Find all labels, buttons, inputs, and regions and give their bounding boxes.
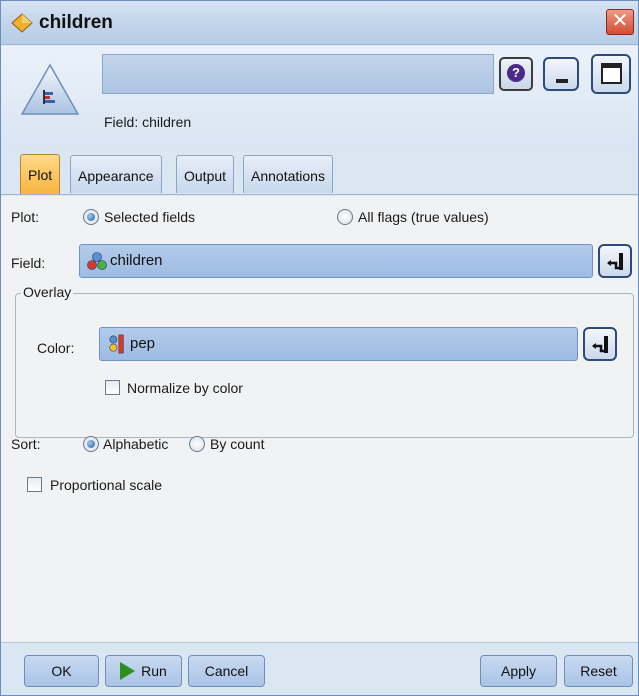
color-picker-button[interactable]: [583, 327, 617, 361]
field-picker-button[interactable]: [598, 244, 632, 278]
help-button[interactable]: ?: [499, 57, 533, 91]
run-icon: [120, 662, 136, 680]
plot-label: Plot:: [11, 209, 40, 225]
ok-button[interactable]: OK: [24, 655, 99, 687]
field-value: children: [110, 252, 163, 269]
node-header: ? Field: children: [1, 46, 638, 149]
overlay-group: [15, 293, 634, 438]
window-title: children: [39, 12, 113, 33]
alphabetic-label: Alphabetic: [103, 436, 169, 452]
all-flags-radio[interactable]: [337, 209, 353, 225]
field-caption: Field: children: [104, 114, 192, 130]
reset-button[interactable]: Reset: [564, 655, 633, 687]
overlay-legend: Overlay: [21, 284, 74, 300]
tab-plot[interactable]: Plot: [20, 154, 61, 194]
selected-fields-radio[interactable]: [83, 209, 99, 225]
field-label: Field:: [11, 255, 46, 271]
distribution-node-icon: [20, 63, 80, 115]
node-diamond-icon: [11, 13, 33, 33]
proportional-scale-checkbox[interactable]: [27, 477, 42, 492]
maximize-icon: [601, 63, 622, 84]
run-button[interactable]: Run: [105, 655, 182, 687]
color-select[interactable]: pep: [99, 327, 578, 361]
tab-bar: Plot Appearance Output Annotations: [1, 149, 638, 195]
color-value: pep: [130, 335, 156, 352]
flag-field-icon: [109, 334, 124, 354]
color-label: Color:: [37, 340, 75, 356]
field-picker-icon: [607, 253, 623, 270]
maximize-button[interactable]: [591, 54, 631, 94]
cancel-button[interactable]: Cancel: [188, 655, 265, 687]
set-field-icon: [87, 252, 107, 270]
close-button[interactable]: ✕: [606, 9, 634, 35]
tab-output[interactable]: Output: [176, 155, 235, 193]
apply-button[interactable]: Apply: [480, 655, 557, 687]
minimize-button[interactable]: [543, 57, 579, 91]
plot-tab-panel: Plot: Selected fields All flags (true va…: [1, 196, 638, 642]
all-flags-label: All flags (true values): [358, 209, 489, 225]
run-label: Run: [141, 663, 167, 679]
help-icon: ?: [507, 64, 525, 82]
title-bar[interactable]: children ✕: [1, 1, 638, 45]
by-count-radio[interactable]: [189, 436, 205, 452]
alphabetic-radio[interactable]: [83, 436, 99, 452]
tab-appearance[interactable]: Appearance: [70, 155, 162, 193]
dialog-window: children ✕ ? Field: children Plot Appear…: [0, 0, 639, 696]
node-name-input[interactable]: [102, 54, 494, 94]
selected-fields-label: Selected fields: [104, 209, 196, 225]
normalize-checkbox[interactable]: [105, 380, 120, 395]
tab-annotations[interactable]: Annotations: [243, 155, 333, 193]
button-bar: OK Run Cancel Apply Reset: [1, 642, 638, 695]
by-count-label: By count: [210, 436, 265, 452]
minimize-icon: [556, 79, 568, 83]
color-picker-icon: [592, 336, 608, 353]
sort-label: Sort:: [11, 436, 41, 452]
proportional-scale-label: Proportional scale: [50, 477, 163, 493]
field-select[interactable]: children: [79, 244, 593, 278]
normalize-label: Normalize by color: [127, 380, 243, 396]
